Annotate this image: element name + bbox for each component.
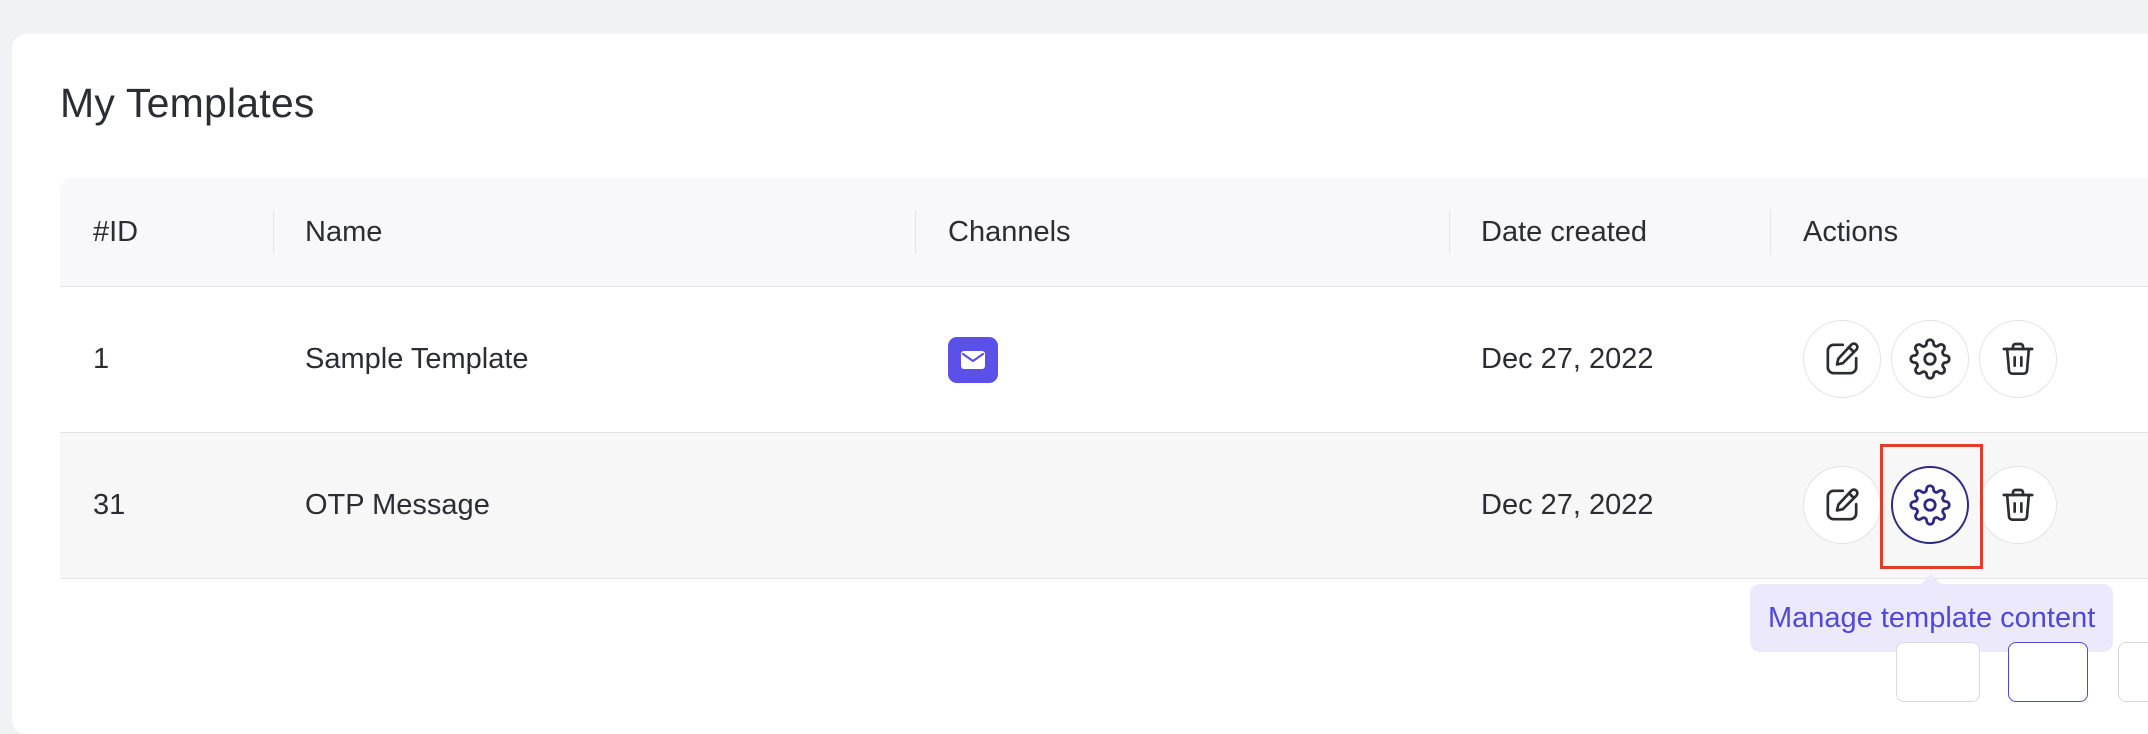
row-name[interactable]: OTP Message: [305, 433, 490, 578]
row-id: 31: [93, 489, 126, 521]
edit-button[interactable]: [1803, 320, 1881, 398]
column-header-channels[interactable]: Channels: [948, 178, 1071, 286]
mail-icon: [948, 337, 998, 383]
pagination-previous-button[interactable]: [1896, 642, 1980, 702]
column-separator: [915, 210, 916, 254]
column-header-actions: Actions: [1803, 216, 1899, 248]
gear-icon: [1909, 338, 1951, 380]
gear-icon: [1909, 484, 1951, 526]
delete-button[interactable]: [1979, 320, 2057, 398]
column-header-name[interactable]: Name: [305, 178, 382, 286]
row-name[interactable]: Sample Template: [305, 287, 529, 432]
delete-button[interactable]: [1979, 466, 2057, 544]
table-row[interactable]: 31 OTP Message Dec 27, 2022: [60, 433, 2148, 579]
column-separator: [1449, 210, 1450, 254]
table-header: #ID Name Channels Date created Actions: [60, 178, 2148, 287]
row-date-created: Dec 27, 2022: [1481, 489, 1654, 521]
templates-table: #ID Name Channels Date created Actions 1…: [60, 178, 2148, 579]
row-id: 1: [93, 343, 110, 375]
column-separator: [1770, 210, 1771, 254]
edit-button[interactable]: [1803, 466, 1881, 544]
page-title: My Templates: [60, 80, 315, 126]
column-header-date-created[interactable]: Date created: [1481, 178, 1647, 286]
table-row[interactable]: 1 Sample Template Dec 27, 2022: [60, 287, 2148, 433]
settings-button[interactable]: [1891, 466, 1969, 544]
trash-icon: [2002, 488, 2034, 522]
row-date-created: Dec 27, 2022: [1481, 343, 1654, 375]
column-separator: [273, 210, 274, 254]
pencil-edit-icon: [1826, 488, 1859, 521]
column-header-id[interactable]: #ID: [93, 178, 138, 286]
tooltip-arrow: [1921, 574, 1941, 584]
trash-icon: [2002, 342, 2034, 376]
pagination-next-button[interactable]: [2118, 642, 2148, 702]
settings-button[interactable]: [1891, 320, 1969, 398]
pencil-edit-icon: [1826, 342, 1859, 375]
pagination-page-button[interactable]: [2008, 642, 2088, 702]
